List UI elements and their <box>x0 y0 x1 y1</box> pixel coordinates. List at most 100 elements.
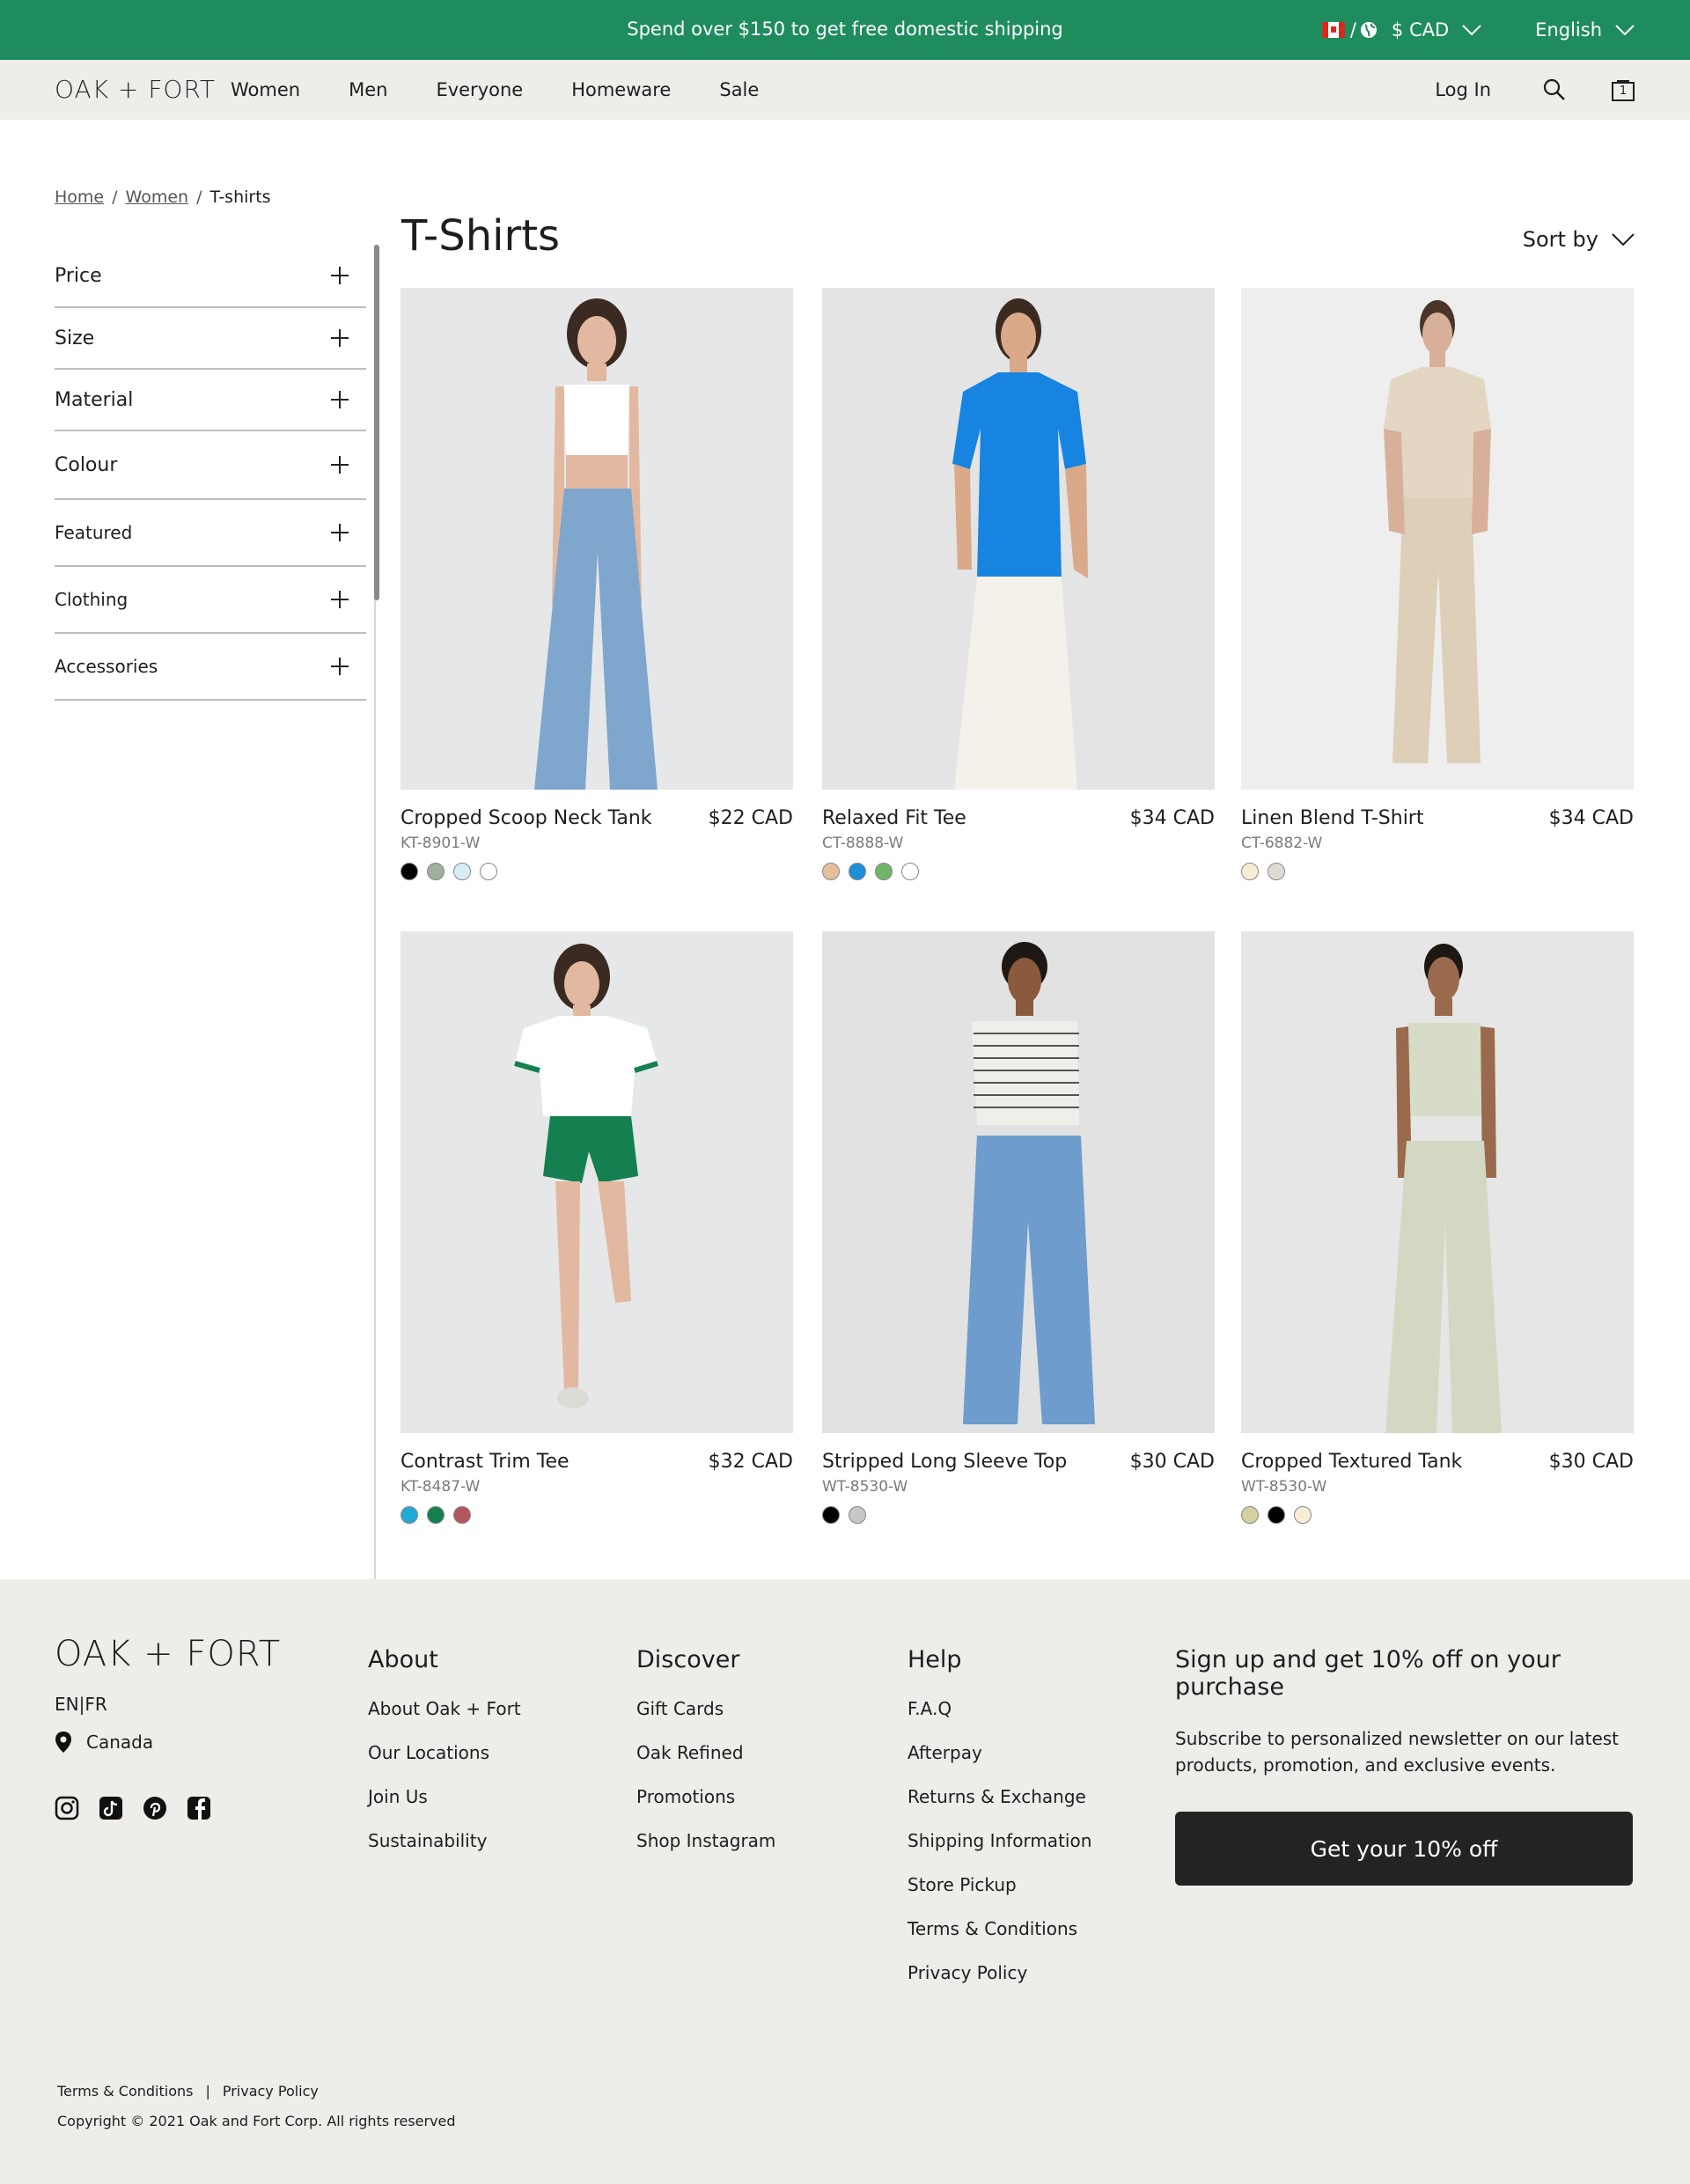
footer-link[interactable]: Privacy Policy <box>907 1962 1091 1983</box>
legal-privacy-link[interactable]: Privacy Policy <box>223 2083 319 2099</box>
product-image[interactable] <box>1241 288 1634 790</box>
color-swatch[interactable] <box>849 863 866 880</box>
chevron-down-icon[interactable] <box>1614 24 1635 36</box>
color-swatch[interactable] <box>427 1506 445 1524</box>
color-swatch[interactable] <box>400 863 418 880</box>
footer-location[interactable]: Canada <box>55 1731 153 1754</box>
footer-link[interactable]: Terms & Conditions <box>907 1918 1091 1939</box>
locale-selector[interactable]: / $ CAD English <box>1321 0 1635 60</box>
plus-icon <box>331 329 349 347</box>
globe-icon <box>1360 22 1377 38</box>
product-name[interactable]: Cropped Textured Tank <box>1241 1451 1462 1473</box>
footer-link[interactable]: Sustainability <box>368 1830 521 1851</box>
footer-heading: Help <box>907 1646 962 1673</box>
product-card[interactable]: Relaxed Fit Tee $34 CAD CT-8888-W <box>822 288 1215 880</box>
search-icon[interactable] <box>1542 77 1567 102</box>
footer-logo[interactable]: OAK + FORT <box>55 1634 281 1674</box>
chevron-down-icon[interactable] <box>1461 24 1482 36</box>
footer-link[interactable]: F.A.Q <box>907 1698 1091 1719</box>
product-sku: WT-8530-W <box>1241 1478 1327 1496</box>
site-logo[interactable]: OAK + FORT <box>55 60 216 120</box>
footer-link[interactable]: Join Us <box>368 1786 521 1807</box>
color-swatch[interactable] <box>453 863 471 880</box>
footer-link[interactable]: Store Pickup <box>907 1874 1091 1895</box>
pinterest-icon[interactable] <box>143 1796 167 1820</box>
footer-link[interactable]: Afterpay <box>907 1742 1091 1763</box>
product-card[interactable]: Cropped Textured Tank $30 CAD WT-8530-W <box>1241 931 1634 1524</box>
color-swatch[interactable] <box>1294 1506 1312 1524</box>
filter-label: Price <box>55 264 102 287</box>
nav-item-sale[interactable]: Sale <box>719 79 759 100</box>
product-card[interactable]: Stripped Long Sleeve Top $30 CAD WT-8530-… <box>822 931 1215 1524</box>
color-swatch[interactable] <box>400 1506 418 1524</box>
product-image[interactable] <box>400 288 793 790</box>
footer-link[interactable]: About Oak + Fort <box>368 1698 521 1719</box>
color-swatch[interactable] <box>480 863 497 880</box>
cart-button[interactable]: 1 <box>1611 77 1635 102</box>
color-swatch[interactable] <box>427 863 445 880</box>
product-name[interactable]: Relaxed Fit Tee <box>822 807 966 829</box>
color-swatch[interactable] <box>822 863 840 880</box>
color-swatches <box>400 1506 793 1524</box>
color-swatch[interactable] <box>875 863 893 880</box>
login-link[interactable]: Log In <box>1435 79 1491 100</box>
product-image[interactable] <box>822 288 1215 790</box>
footer-link[interactable]: Shop Instagram <box>636 1830 775 1851</box>
footer-link[interactable]: Shipping Information <box>907 1830 1091 1851</box>
currency-select[interactable]: $ CAD <box>1392 19 1449 40</box>
color-swatches <box>1241 1506 1634 1524</box>
sort-dropdown[interactable]: Sort by <box>1523 227 1635 252</box>
color-swatches <box>822 1506 1215 1524</box>
canada-flag-icon <box>1321 22 1345 38</box>
product-image[interactable] <box>400 931 793 1433</box>
filter-size[interactable]: Size <box>55 308 366 370</box>
product-name[interactable]: Contrast Trim Tee <box>400 1451 569 1473</box>
filter-accessories[interactable]: Accessories <box>55 634 366 701</box>
instagram-icon[interactable] <box>55 1796 79 1820</box>
product-name[interactable]: Linen Blend T-Shirt <box>1241 807 1423 829</box>
product-card[interactable]: Linen Blend T-Shirt $34 CAD CT-6882-W <box>1241 288 1634 880</box>
breadcrumb-women[interactable]: Women <box>126 188 189 207</box>
footer-link[interactable]: Gift Cards <box>636 1698 775 1719</box>
nav-item-men[interactable]: Men <box>349 79 387 100</box>
nav-item-homeware[interactable]: Homeware <box>571 79 671 100</box>
language-toggle[interactable]: EN|FR <box>55 1694 107 1715</box>
footer-link[interactable]: Promotions <box>636 1786 775 1807</box>
filter-material[interactable]: Material <box>55 370 366 431</box>
newsletter-cta-button[interactable]: Get your 10% off <box>1175 1812 1633 1886</box>
filter-clothing[interactable]: Clothing <box>55 567 366 634</box>
promo-bar: Spend over $150 to get free domestic shi… <box>0 0 1690 60</box>
nav-item-women[interactable]: Women <box>231 79 300 100</box>
footer-link[interactable]: Returns & Exchange <box>907 1786 1091 1807</box>
breadcrumb-home[interactable]: Home <box>55 188 104 207</box>
legal-terms-link[interactable]: Terms & Conditions <box>57 2083 193 2099</box>
footer-discover: Discover Gift Cards Oak Refined Promotio… <box>636 1646 775 1874</box>
color-swatch[interactable] <box>1268 1506 1285 1524</box>
nav-item-everyone[interactable]: Everyone <box>436 79 523 100</box>
product-card[interactable]: Contrast Trim Tee $32 CAD KT-8487-W <box>400 931 793 1524</box>
chevron-down-icon <box>1612 233 1635 246</box>
filter-featured[interactable]: Featured <box>55 500 366 567</box>
color-swatch[interactable] <box>822 1506 840 1524</box>
color-swatch[interactable] <box>1241 863 1259 880</box>
product-image[interactable] <box>1241 931 1634 1433</box>
color-swatch[interactable] <box>1241 1506 1259 1524</box>
footer-link[interactable]: Our Locations <box>368 1742 521 1763</box>
social-links <box>55 1796 231 1820</box>
color-swatch[interactable] <box>453 1506 471 1524</box>
tiktok-icon[interactable] <box>99 1796 123 1820</box>
filter-price[interactable]: Price <box>55 245 366 308</box>
color-swatch[interactable] <box>901 863 919 880</box>
color-swatch[interactable] <box>849 1506 866 1524</box>
sidebar-scrollbar[interactable] <box>374 245 379 600</box>
product-card[interactable]: Cropped Scoop Neck Tank $22 CAD KT-8901-W <box>400 288 793 880</box>
color-swatch[interactable] <box>1268 863 1285 880</box>
footer-link[interactable]: Oak Refined <box>636 1742 775 1763</box>
newsletter-signup: Sign up and get 10% off on your purchase… <box>1175 1646 1633 1886</box>
product-name[interactable]: Stripped Long Sleeve Top <box>822 1451 1067 1473</box>
product-image[interactable] <box>822 931 1215 1433</box>
product-name[interactable]: Cropped Scoop Neck Tank <box>400 807 652 829</box>
facebook-icon[interactable] <box>187 1796 211 1820</box>
filter-colour[interactable]: Colour <box>55 431 366 500</box>
language-select[interactable]: English <box>1535 19 1602 40</box>
